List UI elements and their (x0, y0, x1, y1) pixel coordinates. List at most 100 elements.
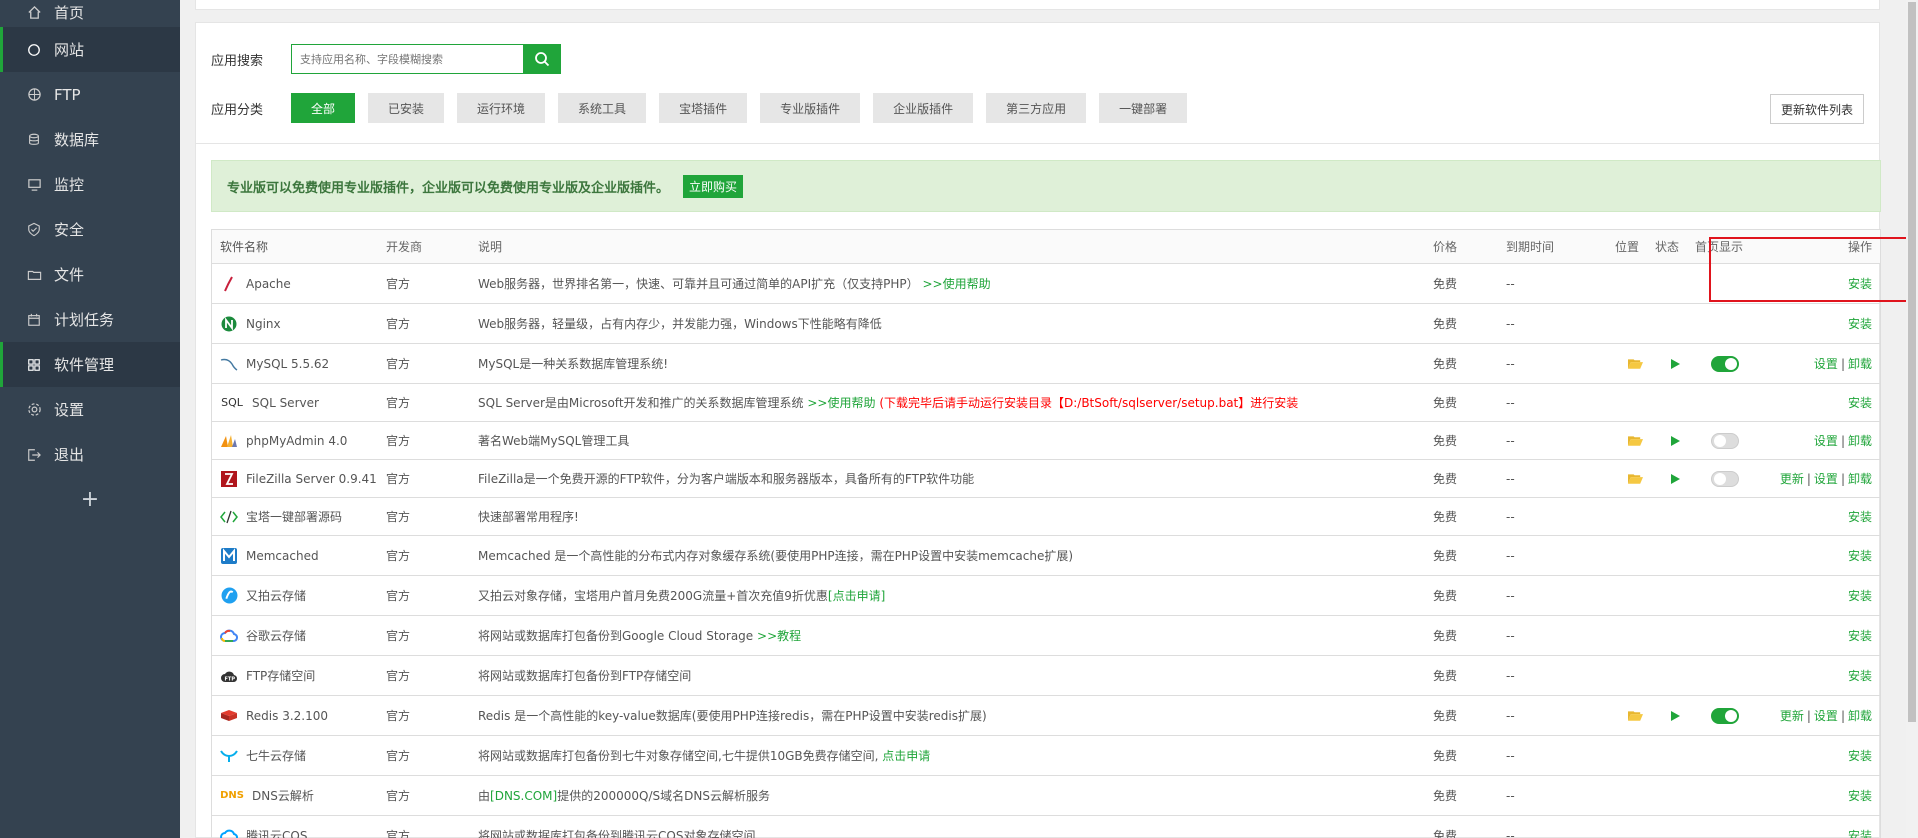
play-icon[interactable] (1669, 358, 1681, 370)
sidebar-item-security[interactable]: 安全 (0, 207, 180, 252)
software-dev: 官方 (386, 317, 411, 331)
install-button[interactable]: 安装 (1848, 396, 1872, 410)
folder-open-icon[interactable] (1627, 358, 1643, 370)
install-button[interactable]: 安装 (1848, 749, 1872, 763)
install-button[interactable]: 安装 (1848, 589, 1872, 603)
category-system-tools[interactable]: 系统工具 (558, 93, 647, 123)
help-link[interactable]: >>使用帮助 (807, 396, 875, 410)
category-enterprise-plugins[interactable]: 企业版插件 (873, 93, 974, 123)
install-button[interactable]: 安装 (1848, 669, 1872, 683)
settings-button[interactable]: 设置 (1814, 472, 1838, 486)
uninstall-button[interactable]: 卸载 (1848, 472, 1872, 486)
software-expire: -- (1506, 548, 1515, 563)
homepage-toggle[interactable] (1711, 432, 1739, 449)
software-dev: 官方 (386, 789, 411, 803)
table-row: MySQL 5.5.62 官方 MySQL是一种关系数据库管理系统! 免费 --… (212, 344, 1880, 384)
category-third-party[interactable]: 第三方应用 (986, 93, 1087, 123)
sidebar-item-label: 文件 (54, 266, 85, 284)
apache-logo-icon (220, 275, 238, 293)
sidebar-item-label: 监控 (54, 176, 85, 194)
buy-now-button[interactable]: 立即购买 (683, 174, 744, 198)
sidebar-item-label: 设置 (54, 401, 85, 419)
search-input[interactable] (291, 44, 523, 74)
software-expire: -- (1506, 356, 1515, 371)
software-desc: 将网站或数据库打包备份到FTP存储空间 (478, 669, 692, 683)
sidebar-item-ftp[interactable]: FTP (0, 72, 180, 117)
software-desc: Web服务器，世界排名第一，快速、可靠并且可通过简单的API扩充（仅支持PHP） (478, 277, 919, 291)
software-dev: 官方 (386, 629, 411, 643)
folder-open-icon[interactable] (1627, 710, 1643, 722)
settings-button[interactable]: 设置 (1814, 434, 1838, 448)
page-scrollbar[interactable] (1906, 0, 1918, 838)
database-icon (26, 132, 42, 148)
uninstall-button[interactable]: 卸载 (1848, 357, 1872, 371)
sidebar-item-tasks[interactable]: 计划任务 (0, 297, 180, 342)
sidebar-item-database[interactable]: 数据库 (0, 117, 180, 162)
homepage-toggle[interactable] (1711, 470, 1739, 487)
play-icon[interactable] (1669, 473, 1681, 485)
category-runtime[interactable]: 运行环境 (457, 93, 546, 123)
uninstall-button[interactable]: 卸载 (1848, 434, 1872, 448)
help-link[interactable]: >>使用帮助 (922, 277, 990, 291)
search-button[interactable] (523, 44, 561, 74)
install-button[interactable]: 安装 (1848, 629, 1872, 643)
software-name: Memcached (246, 548, 319, 563)
category-bt-plugins[interactable]: 宝塔插件 (659, 93, 748, 123)
update-button[interactable]: 更新 (1780, 709, 1804, 723)
software-dev: 官方 (386, 669, 411, 683)
add-icon[interactable]: + (0, 487, 180, 512)
folder-open-icon[interactable] (1627, 435, 1643, 447)
software-desc-tail: 提供的200000Q/S域名DNS云解析服务 (557, 789, 770, 803)
sidebar-item-files[interactable]: 文件 (0, 252, 180, 297)
install-button[interactable]: 安装 (1848, 549, 1872, 563)
sidebar-item-label: 安全 (54, 221, 85, 239)
sidebar-item-logout[interactable]: 退出 (0, 432, 180, 477)
software-name: DNS云解析 (252, 789, 314, 803)
software-desc: Web服务器，轻量级，占有内存少，并发能力强，Windows下性能略有降低 (478, 317, 882, 331)
grid-icon (26, 357, 42, 373)
sidebar-item-label: FTP (54, 85, 81, 104)
install-button[interactable]: 安装 (1848, 317, 1872, 331)
install-button[interactable]: 安装 (1848, 510, 1872, 524)
software-desc: Redis 是一个高性能的key-value数据库(要使用PHP连接redis，… (478, 709, 987, 723)
top-panel (195, 0, 1880, 10)
sidebar-item-monitor[interactable]: 监控 (0, 162, 180, 207)
homepage-toggle[interactable] (1711, 355, 1739, 372)
category-one-click-deploy[interactable]: 一键部署 (1099, 93, 1188, 123)
software-dev: 官方 (386, 829, 411, 838)
software-expire: -- (1506, 509, 1515, 524)
apply-link[interactable]: 点击申请 (882, 749, 930, 763)
table-row: 宝塔一键部署源码 官方 快速部署常用程序! 免费 -- 安装 (212, 498, 1880, 536)
sidebar-item-settings[interactable]: 设置 (0, 387, 180, 432)
divider (196, 143, 1879, 144)
play-icon[interactable] (1669, 435, 1681, 447)
software-name: 谷歌云存储 (246, 629, 307, 643)
install-button[interactable]: 安装 (1848, 789, 1872, 803)
dns-com-link[interactable]: [DNS.COM] (490, 789, 557, 803)
category-pro-plugins[interactable]: 专业版插件 (760, 93, 861, 123)
install-button[interactable]: 安装 (1848, 277, 1872, 291)
software-name: MySQL 5.5.62 (246, 356, 330, 371)
category-all[interactable]: 全部 (291, 93, 356, 123)
play-icon[interactable] (1669, 710, 1681, 722)
sidebar-item-software[interactable]: 软件管理 (0, 342, 180, 387)
tutorial-link[interactable]: >>教程 (757, 629, 801, 643)
settings-button[interactable]: 设置 (1814, 357, 1838, 371)
update-button[interactable]: 更新 (1780, 472, 1804, 486)
category-installed[interactable]: 已安装 (368, 93, 445, 123)
sidebar-item-website[interactable]: 网站 (0, 27, 180, 72)
header-pos: 位置 (1615, 240, 1640, 254)
software-desc: FileZilla是一个免费开源的FTP软件，分为客户端版本和服务器版本，具备所… (478, 472, 975, 486)
install-button[interactable]: 安装 (1848, 829, 1872, 838)
scrollbar-thumb[interactable] (1908, 2, 1916, 722)
homepage-toggle[interactable] (1711, 707, 1739, 724)
install-hint: (下载完毕后请手动运行安装目录【D:/BtSoft/sqlserver/setu… (879, 396, 1299, 410)
settings-button[interactable]: 设置 (1814, 709, 1838, 723)
calendar-icon (26, 312, 42, 328)
apply-link[interactable]: [点击申请] (828, 589, 885, 603)
software-expire: -- (1506, 316, 1515, 331)
sidebar-item-home[interactable]: 首页 (0, 0, 180, 27)
folder-open-icon[interactable] (1627, 473, 1643, 485)
uninstall-button[interactable]: 卸载 (1848, 709, 1872, 723)
refresh-software-list-button[interactable]: 更新软件列表 (1769, 94, 1864, 124)
